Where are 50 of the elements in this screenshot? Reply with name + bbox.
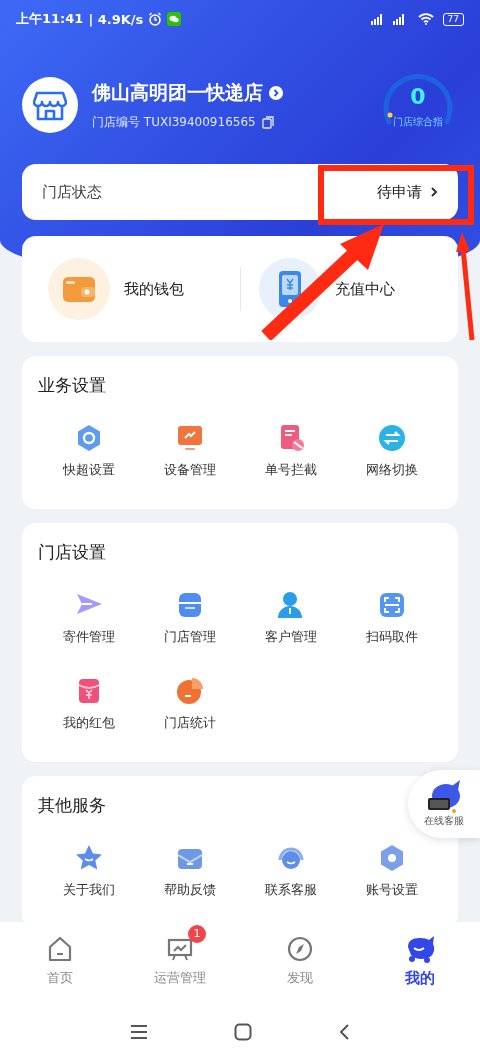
tab[interactable]: 我的 (360, 922, 480, 1000)
store-number: 门店编号 TUXI39400916565 (92, 113, 256, 131)
alarm-icon (148, 12, 163, 26)
back-icon[interactable] (338, 1022, 350, 1041)
menu-item[interactable]: 单号拦截 (264, 423, 317, 479)
menu-item[interactable]: 网络切换 (365, 423, 418, 479)
menu-icon[interactable] (130, 1023, 148, 1040)
menu-item[interactable]: 账号设置 (365, 843, 418, 899)
network-speed: | 4.9K/s (88, 11, 144, 27)
tab[interactable]: 1 运营管理 (120, 922, 240, 1000)
tab[interactable]: 发现 (240, 922, 360, 1000)
menu-item-icon (376, 423, 407, 453)
wallet-link[interactable]: 我的钱包 (48, 258, 222, 320)
section-title: 其他服务 (38, 794, 107, 817)
menu-item[interactable]: 设备管理 (163, 423, 216, 479)
chevron-icon[interactable] (269, 85, 283, 100)
wifi-icon (417, 13, 434, 25)
section-title: 门店设置 (38, 541, 107, 564)
menu-item[interactable]: 关于我们 (62, 843, 115, 899)
menu-item[interactable]: 客户管理 (264, 590, 317, 646)
menu-item[interactable]: 门店管理 (163, 590, 216, 646)
chevron-icon (430, 186, 438, 198)
store-status-row[interactable]: 门店状态 待申请 (22, 164, 458, 220)
store-icon (33, 89, 67, 121)
phone-payment-icon (258, 258, 321, 320)
score-value: 0 (410, 84, 426, 109)
tab[interactable]: 首页 (0, 922, 120, 1000)
menu-item[interactable]: 门店统计 (163, 676, 216, 732)
battery-level: 77 (442, 12, 464, 26)
store-name[interactable]: 佛山高明团一快递店 (92, 79, 263, 106)
menu-item-icon (174, 676, 205, 706)
mascot-icon (405, 934, 435, 963)
status-time: 上午11:41 (16, 10, 84, 28)
online-service-button[interactable]: 在线客服 (408, 770, 480, 838)
section-title: 业务设置 (38, 374, 107, 397)
compass-icon (286, 935, 314, 963)
menu-item[interactable]: 联系客服 (264, 843, 317, 899)
home-icon (46, 935, 74, 963)
menu-item[interactable]: 扫码取件 (365, 590, 418, 646)
menu-item[interactable]: 帮助反馈 (163, 843, 216, 899)
home-button-icon[interactable] (234, 1022, 252, 1041)
wallet-link[interactable]: 充值中心 (258, 258, 432, 320)
copy-icon[interactable] (261, 115, 274, 129)
menu-item[interactable]: 我的红包 (62, 676, 115, 732)
menu-item[interactable]: 寄件管理 (62, 590, 115, 646)
score-label: 门店综合指 (393, 115, 443, 129)
menu-item[interactable]: 快超设置 (62, 423, 115, 479)
wallet-icon (48, 258, 110, 320)
chat-app-icon (167, 12, 182, 26)
notification-badge: 1 (188, 925, 206, 943)
